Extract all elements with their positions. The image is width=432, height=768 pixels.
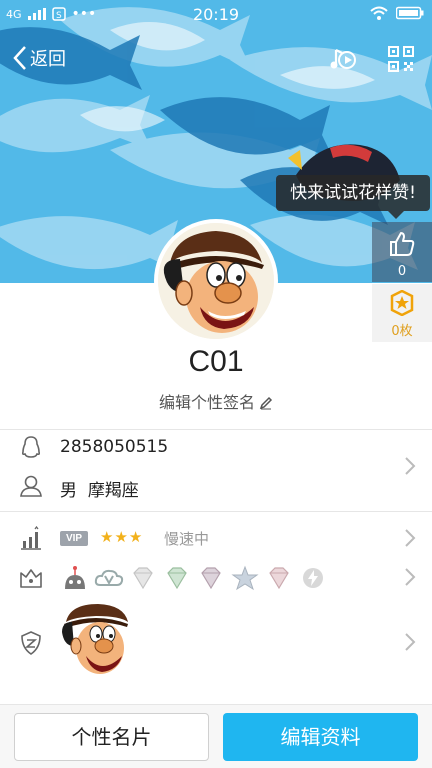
vip-tag: VIP <box>60 531 88 546</box>
edit-signature-link[interactable]: 编辑个性签名 <box>0 389 432 413</box>
chevron-right-icon <box>405 457 416 475</box>
like-button[interactable]: 0 <box>372 222 432 282</box>
chevron-right-icon <box>405 568 416 586</box>
chevron-right-icon <box>405 529 416 547</box>
crown-box-icon <box>20 569 42 588</box>
zodiac: 摩羯座 <box>87 481 139 501</box>
bottom-bar: 个性名片 编辑资料 <box>0 704 432 768</box>
coin-button[interactable]: 0枚 <box>372 284 432 342</box>
bolt-badge-icon <box>303 568 323 588</box>
person-icon <box>20 475 42 497</box>
thumbs-up-icon <box>390 232 415 256</box>
vip-stars: ★ ★ ★ <box>100 528 142 546</box>
star-icon: ★ <box>114 528 128 546</box>
gender: 男 <box>60 481 77 501</box>
coin-count: 0枚 <box>391 324 413 339</box>
like-tip: 快来试试花样赞! <box>276 175 430 219</box>
gender-zodiac: 男 摩羯座 <box>60 476 139 501</box>
signature-placeholder: 编辑个性签名 <box>158 393 255 412</box>
star-icon: ★ <box>100 528 114 546</box>
battery-icon <box>396 6 424 20</box>
star-icon: ★ <box>128 528 143 546</box>
shield-z-icon <box>21 631 41 655</box>
mini-avatar-icon <box>62 604 128 674</box>
music-note-icon[interactable] <box>328 44 358 74</box>
pencil-icon <box>259 396 273 410</box>
diamond-green-badge-icon <box>167 567 187 590</box>
nickname: C01 <box>188 345 244 378</box>
status-right <box>370 6 424 20</box>
cartoon-face-icon <box>158 223 274 339</box>
diamond-purple-badge-icon <box>201 567 221 590</box>
profile-card-button[interactable]: 个性名片 <box>14 713 209 761</box>
clock: 20:19 <box>192 5 240 24</box>
star-coin-icon <box>390 289 414 317</box>
back-button[interactable]: 返回 <box>12 44 66 72</box>
speed-status: 慢速中 <box>164 530 210 548</box>
avatar-image <box>158 223 274 339</box>
avatar[interactable] <box>154 219 278 343</box>
qq-number: 2858050515 <box>60 437 169 457</box>
like-count: 0 <box>397 264 407 279</box>
back-label: 返回 <box>30 49 66 70</box>
star-badge-icon <box>231 565 259 591</box>
divider-middle <box>0 511 432 512</box>
nav-bar: 返回 <box>0 40 432 80</box>
diamond-pink-badge-icon <box>269 567 289 590</box>
wifi-icon <box>370 6 388 20</box>
penguin-icon <box>21 436 41 458</box>
status-bar: 4G S ••• 20:19 <box>0 0 432 30</box>
diamond-badge-icon <box>133 567 153 590</box>
badge-list <box>60 565 328 591</box>
chevron-right-icon <box>405 633 416 651</box>
qr-code-icon[interactable] <box>386 44 416 74</box>
edit-profile-button[interactable]: 编辑资料 <box>223 713 418 761</box>
chevron-left-icon <box>13 46 26 70</box>
cloud-v-badge-icon <box>94 569 124 586</box>
robot-badge-icon <box>65 566 85 589</box>
divider-top <box>0 429 432 430</box>
level-chart-icon <box>21 526 41 550</box>
